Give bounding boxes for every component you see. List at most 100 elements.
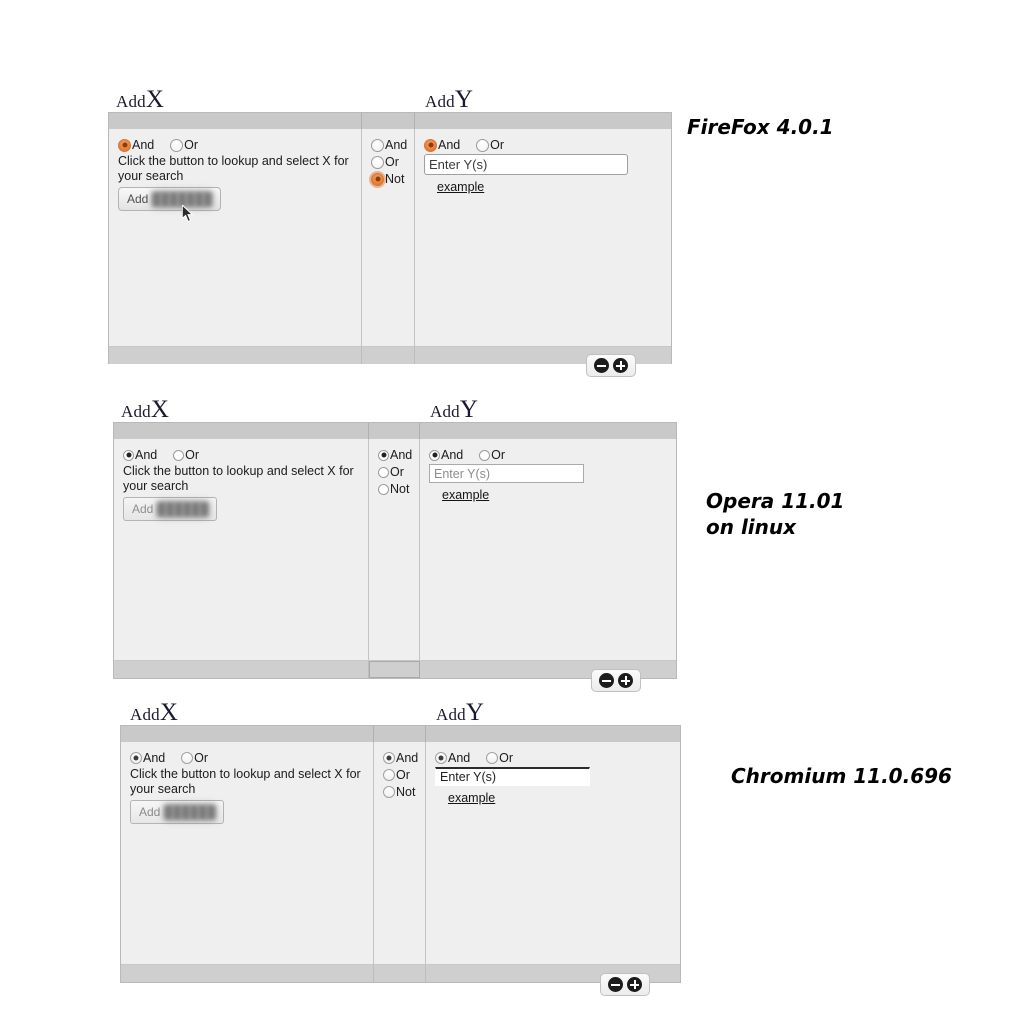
row-controls xyxy=(600,973,650,996)
panel-titles: AddX AddY xyxy=(113,394,677,422)
header-cell-x xyxy=(109,113,362,129)
y-column: And Or example xyxy=(426,742,680,964)
x-column: And Or Click the button to lookup and se… xyxy=(114,439,369,660)
radio-or-label: Or xyxy=(499,751,514,765)
add-x-button-label: Add xyxy=(127,192,149,207)
radio-and[interactable] xyxy=(435,752,447,764)
radio-and[interactable] xyxy=(378,449,389,461)
radio-or-label: Or xyxy=(194,751,209,765)
y-search-input[interactable] xyxy=(424,154,628,176)
operator-and-row: And xyxy=(371,137,407,153)
header-cell-operator xyxy=(362,113,415,129)
example-link[interactable]: example xyxy=(448,791,495,805)
y-conjunction-radios: And Or xyxy=(435,750,671,766)
radio-or-label: Or xyxy=(491,448,506,462)
radio-not-label: Not xyxy=(396,785,416,800)
y-search-input[interactable] xyxy=(435,767,590,787)
radio-and[interactable] xyxy=(424,138,437,152)
minus-icon[interactable] xyxy=(608,977,623,992)
query-body-row: And Or Click the button to lookup and se… xyxy=(121,742,680,964)
radio-or-label: Or xyxy=(490,138,505,152)
y-column: And Or example xyxy=(420,439,676,660)
title-add-x: AddX xyxy=(121,397,169,422)
query-body-row: And Or Click the button to lookup and se… xyxy=(114,439,676,660)
radio-or[interactable] xyxy=(181,752,194,764)
caption-opera: Opera 11.01 on linux xyxy=(706,489,845,539)
add-x-button-label: Add xyxy=(139,805,161,820)
y-conjunction-radios: And Or xyxy=(424,137,662,153)
x-column: And Or Click the button to lookup and se… xyxy=(121,742,374,964)
radio-and[interactable] xyxy=(123,449,134,461)
radio-or-label: Or xyxy=(184,138,199,152)
plus-icon[interactable] xyxy=(627,977,642,992)
sample-firefox: AddX AddY And Or Click the button to loo… xyxy=(108,84,672,377)
operator-column: And Or Not xyxy=(374,742,426,964)
radio-or[interactable] xyxy=(378,466,389,478)
title-prefix: Add xyxy=(430,402,460,421)
panel-footer xyxy=(121,964,680,982)
add-x-button[interactable]: Add ███████ xyxy=(118,187,221,212)
radio-and-label: And xyxy=(390,448,413,462)
plus-icon[interactable] xyxy=(618,673,633,688)
plus-icon[interactable] xyxy=(613,358,628,373)
radio-and[interactable] xyxy=(383,752,395,764)
title-prefix: Add xyxy=(130,705,160,724)
header-cell-y xyxy=(420,423,676,439)
radio-or[interactable] xyxy=(170,138,184,152)
example-link[interactable]: example xyxy=(437,180,484,194)
radio-or-label: Or xyxy=(385,155,399,170)
header-cell-x xyxy=(114,423,369,439)
title-prefix: Add xyxy=(425,92,455,111)
radio-not[interactable] xyxy=(383,786,395,799)
radio-or[interactable] xyxy=(486,752,499,764)
operator-and-row: And xyxy=(383,750,419,766)
operator-not-row: Not xyxy=(371,171,405,187)
radio-and-label: And xyxy=(396,751,419,765)
panel-titles: AddX AddY xyxy=(120,697,681,725)
radio-and-label: And xyxy=(441,448,464,462)
operator-not-row: Not xyxy=(383,784,416,800)
radio-and[interactable] xyxy=(130,752,142,764)
title-letter: X xyxy=(159,699,178,726)
example-link[interactable]: example xyxy=(442,488,489,502)
radio-or-label: Or xyxy=(185,448,200,462)
title-add-y: AddY xyxy=(425,87,473,112)
title-prefix: Add xyxy=(121,402,151,421)
query-body-row: And Or Click the button to lookup and se… xyxy=(109,129,671,346)
radio-or[interactable] xyxy=(173,449,185,461)
row-controls xyxy=(586,354,636,377)
add-x-button[interactable]: Add ██████ xyxy=(123,497,218,522)
add-x-button[interactable]: Add ██████ xyxy=(130,800,225,825)
minus-icon[interactable] xyxy=(594,358,609,373)
title-letter: X xyxy=(145,86,164,113)
title-prefix: Add xyxy=(116,92,146,111)
radio-not[interactable] xyxy=(371,172,384,186)
caption-firefox: FireFox 4.0.1 xyxy=(687,115,834,139)
x-column: And Or Click the button to lookup and se… xyxy=(109,129,362,346)
radio-not[interactable] xyxy=(378,483,389,495)
title-prefix: Add xyxy=(436,705,466,724)
radio-or[interactable] xyxy=(479,449,491,461)
column-header-row xyxy=(109,113,671,129)
radio-and[interactable] xyxy=(118,138,131,152)
title-add-x: AddX xyxy=(116,87,164,112)
header-cell-x xyxy=(121,726,374,742)
operator-or-row: Or xyxy=(371,154,405,170)
radio-or[interactable] xyxy=(383,769,395,782)
x-conjunction-radios: And Or xyxy=(123,447,359,463)
minus-icon[interactable] xyxy=(599,673,614,688)
radio-and-label: And xyxy=(448,751,471,765)
footer-cell-x xyxy=(114,661,369,678)
radio-or[interactable] xyxy=(476,138,490,152)
panel-titles: AddX AddY xyxy=(108,84,672,112)
radio-and[interactable] xyxy=(371,138,384,152)
footer-cell-x xyxy=(109,347,362,364)
radio-and[interactable] xyxy=(429,449,440,461)
footer-cell-operator xyxy=(369,661,420,678)
title-add-y: AddY xyxy=(430,397,478,422)
y-search-input[interactable] xyxy=(429,464,584,484)
redacted-text: ██████ xyxy=(164,805,216,820)
add-x-button-label: Add xyxy=(132,502,154,517)
radio-or[interactable] xyxy=(371,155,384,169)
redacted-text: ██████ xyxy=(157,502,209,517)
